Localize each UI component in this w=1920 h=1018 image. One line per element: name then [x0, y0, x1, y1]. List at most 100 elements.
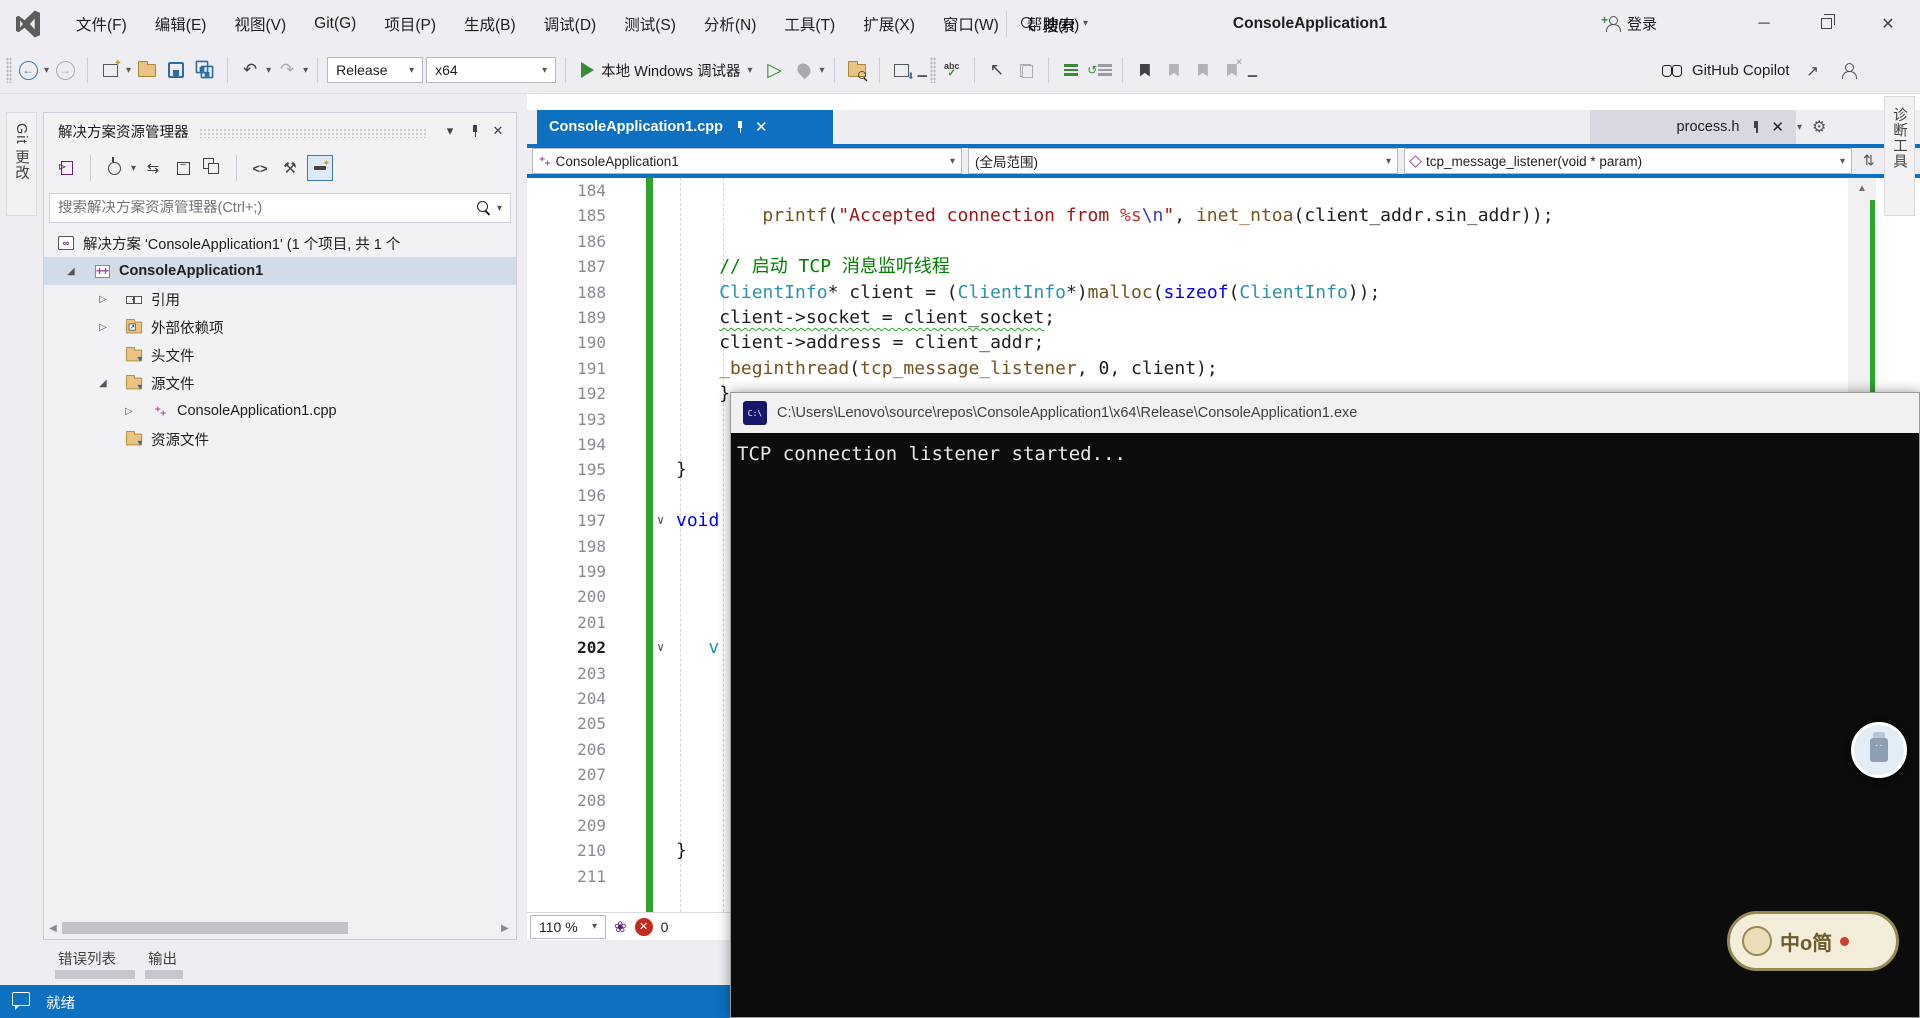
properties-wrench-icon[interactable]: ⚒: [277, 155, 303, 181]
undo-button[interactable]: ↶: [237, 57, 263, 83]
platform-dropdown[interactable]: x64 ▾: [426, 57, 557, 83]
minimize-button[interactable]: ─: [1735, 0, 1793, 47]
scope-dropdown[interactable]: (全局范围) ▾: [968, 148, 1398, 174]
menu-测试S[interactable]: 测试(S): [610, 0, 690, 47]
chevron-down-icon[interactable]: ▾: [126, 65, 131, 76]
tree-item-引用[interactable]: ▷ 引用: [44, 285, 516, 313]
fold-chevron-icon[interactable]: ∨: [657, 508, 664, 533]
tab-consoleapplication1-cpp[interactable]: ConsoleApplication1.cpp ✕: [537, 110, 833, 144]
menu-文件F[interactable]: 文件(F): [62, 0, 141, 47]
toolbar-grip[interactable]: [6, 57, 12, 83]
feedback-icon[interactable]: [12, 992, 30, 1010]
menu-项目P[interactable]: 项目(P): [370, 0, 450, 47]
member-dropdown[interactable]: tcp_message_listener(void * param) ▾: [1404, 148, 1852, 174]
menu-视图V[interactable]: 视图(V): [220, 0, 300, 47]
solution-explorer-search[interactable]: ▾: [49, 193, 511, 223]
collapsed-chevron-icon[interactable]: ▷: [99, 294, 107, 305]
error-indicator-icon[interactable]: ✕: [634, 917, 653, 936]
close-tab-icon[interactable]: ✕: [1771, 118, 1784, 136]
toolbar-grip[interactable]: [929, 57, 936, 83]
pin-button[interactable]: [462, 119, 486, 143]
chevron-down-icon[interactable]: ▾: [1083, 18, 1088, 29]
sync-with-active-document-icon[interactable]: ⇆: [140, 155, 166, 181]
tree-item-资源文件[interactable]: ▼ 资源文件: [44, 425, 516, 453]
scroll-right-icon[interactable]: ▶: [498, 923, 512, 934]
menu-分析N[interactable]: 分析(N): [690, 0, 771, 47]
bookmark-toggle-button[interactable]: [1132, 57, 1158, 83]
chevron-down-icon[interactable]: ▾: [131, 163, 136, 174]
tab-process-h[interactable]: process.h ✕: [1590, 110, 1796, 144]
editor-health-icon[interactable]: ❀: [614, 918, 627, 936]
tree-item-源文件[interactable]: ◢ ▼ 源文件: [44, 369, 516, 397]
profiler-button[interactable]: [791, 57, 817, 83]
collapsed-chevron-icon[interactable]: ▷: [125, 406, 133, 417]
redo-button[interactable]: ↷: [274, 57, 300, 83]
expanded-chevron-icon[interactable]: ◢: [67, 266, 75, 277]
select-tool-button[interactable]: ↖: [984, 57, 1010, 83]
preview-selected-items-icon[interactable]: ✦: [307, 155, 334, 181]
navigate-back-button[interactable]: ←: [15, 57, 41, 83]
zoom-level-dropdown[interactable]: 110 % ▾: [530, 914, 606, 939]
chevron-down-icon[interactable]: ▾: [303, 65, 308, 76]
tree-item-头文件[interactable]: ▼ 头文件: [44, 341, 516, 369]
tab-output[interactable]: 输出: [148, 948, 177, 969]
drag-texture[interactable]: [198, 128, 428, 138]
menu-编辑E[interactable]: 编辑(E): [141, 0, 221, 47]
search-input[interactable]: [58, 200, 477, 216]
tree-item-ConsoleApplication1[interactable]: ◢ ++ ConsoleApplication1: [44, 257, 516, 285]
bookmark-previous-button[interactable]: [1161, 57, 1187, 83]
console-title-bar[interactable]: C:\ C:\Users\Lenovo\source\repos\Console…: [731, 393, 1919, 433]
menu-工具T[interactable]: 工具(T): [770, 0, 849, 47]
tab-list-chevron-icon[interactable]: ▾: [1797, 122, 1802, 133]
menu-扩展X[interactable]: 扩展(X): [849, 0, 929, 47]
window-position-button[interactable]: ▾: [438, 119, 462, 143]
restore-button[interactable]: [1797, 0, 1855, 47]
share-icon[interactable]: ↗: [1800, 58, 1826, 84]
close-panel-button[interactable]: ✕: [486, 119, 510, 143]
tab-error-list[interactable]: 错误列表: [58, 948, 116, 969]
format-indent-button[interactable]: [1058, 57, 1084, 83]
tab-diagnostic-tools[interactable]: 诊断工具: [1884, 96, 1915, 216]
new-project-button[interactable]: ✦: [97, 57, 123, 83]
menu-生成B[interactable]: 生成(B): [450, 0, 530, 47]
menu-GitG[interactable]: Git(G): [300, 0, 370, 47]
bookmark-clear-button[interactable]: ✕: [1219, 57, 1245, 83]
tree-item-解决方案-ConsoleApplication1-1-个项目-共-1-个[interactable]: ∞ 解决方案 'ConsoleApplication1' (1 个项目, 共 1 …: [44, 229, 516, 257]
save-button[interactable]: [163, 57, 189, 83]
chevron-down-icon[interactable]: ▾: [44, 65, 49, 76]
pending-changes-filter-icon[interactable]: [101, 155, 127, 181]
open-file-button[interactable]: [134, 57, 160, 83]
search-icon[interactable]: [476, 201, 491, 215]
find-in-files-button[interactable]: [844, 57, 870, 83]
expanded-chevron-icon[interactable]: ◢: [99, 378, 107, 389]
scroll-up-icon[interactable]: ▲: [1848, 178, 1876, 198]
scroll-left-icon[interactable]: ◀: [46, 923, 60, 934]
close-button[interactable]: ✕: [1859, 0, 1917, 47]
tree-item-ConsoleApplication1.cpp[interactable]: ▷ ⁺₊ ConsoleApplication1.cpp: [44, 397, 516, 425]
title-search[interactable]: 搜索 ▾: [1000, 0, 1088, 47]
pin-icon[interactable]: [733, 121, 745, 133]
horizontal-scrollbar[interactable]: ◀ ▶: [46, 919, 514, 937]
switch-views-icon[interactable]: ⊳: [54, 155, 80, 181]
fold-chevron-icon[interactable]: ∨: [657, 635, 664, 660]
start-debug-button[interactable]: 本地 Windows 调试器 ▾: [575, 60, 758, 81]
split-editor-icon[interactable]: ⇅: [1863, 152, 1875, 169]
tab-git-changes[interactable]: Git 更改: [6, 112, 37, 216]
scrollbar-thumb[interactable]: [62, 922, 348, 934]
close-tab-icon[interactable]: ✕: [755, 118, 768, 136]
project-dropdown[interactable]: ⁺₊ ConsoleApplication1 ▾: [532, 148, 962, 174]
usb-floating-button[interactable]: [1851, 722, 1907, 778]
chevron-down-icon[interactable]: ▾: [820, 65, 825, 76]
properties-icon[interactable]: [200, 155, 226, 181]
spell-check-button[interactable]: abc ✓: [939, 57, 965, 83]
start-without-debug-button[interactable]: ▷: [762, 57, 788, 83]
paste-button[interactable]: [1013, 57, 1039, 83]
chevron-down-icon[interactable]: ▾: [497, 203, 502, 214]
solution-explorer-header[interactable]: 解决方案资源管理器 ▾ ✕: [44, 113, 516, 149]
view-code-icon[interactable]: <>: [247, 155, 273, 181]
copilot-label[interactable]: GitHub Copilot: [1692, 62, 1790, 79]
collapsed-chevron-icon[interactable]: ▷: [99, 322, 107, 333]
solution-window-button[interactable]: ⬇: [889, 57, 915, 83]
navigate-forward-button[interactable]: →: [52, 57, 78, 83]
chevron-down-icon[interactable]: ▾: [266, 65, 271, 76]
